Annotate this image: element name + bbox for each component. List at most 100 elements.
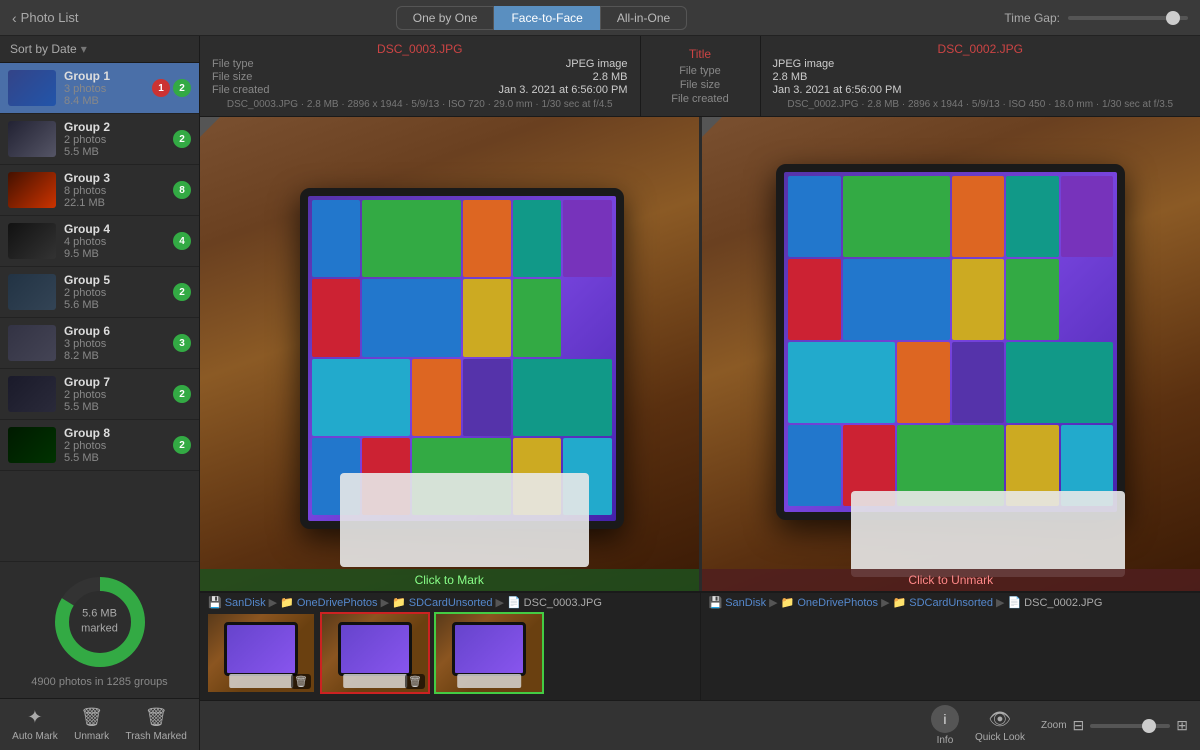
tab-all-in-one[interactable]: All-in-One xyxy=(600,6,687,30)
right-filename: DSC_0002.JPG xyxy=(773,42,1189,56)
sort-label[interactable]: Sort by Date xyxy=(10,42,77,56)
marked-size: 5.6 MB xyxy=(82,608,117,620)
strip-rows: 🗑 🗑 xyxy=(200,612,1200,700)
right-main-image xyxy=(702,117,1200,591)
strip-thumb-left-3[interactable] xyxy=(434,612,544,694)
sidebar-item-group1[interactable]: Group 1 3 photos 8.4 MB 1 2 xyxy=(0,63,199,114)
sort-bar[interactable]: Sort by Date ▾ xyxy=(0,36,199,63)
right-path-sandisk: SanDisk xyxy=(725,597,766,609)
left-path-folder2: 📁 xyxy=(392,596,406,609)
right-created-value: Jan 3. 2021 at 6:56:00 PM xyxy=(773,84,902,96)
info-icon: i xyxy=(931,705,959,733)
group-info-8: Group 8 2 photos 5.5 MB xyxy=(64,426,165,464)
right-unmark-button[interactable]: Click to Unmark xyxy=(702,569,1200,591)
strip-inner-3 xyxy=(436,614,542,692)
file-info-header: DSC_0003.JPG File type JPEG image File s… xyxy=(200,36,1200,117)
group-info-2: Group 2 2 photos 5.5 MB xyxy=(64,120,165,158)
left-filesize-label: File size xyxy=(212,71,252,83)
strip-thumb-left-2[interactable]: 🗑 xyxy=(320,612,430,694)
back-label: Photo List xyxy=(21,10,79,25)
sidebar-item-group7[interactable]: Group 7 2 photos 5.5 MB 2 xyxy=(0,369,199,420)
center-labels: Title File type File size File created xyxy=(641,36,761,116)
group-name-6: Group 6 xyxy=(64,324,165,338)
tab-one-by-one[interactable]: One by One xyxy=(396,6,495,30)
right-path-sdcard: SDCardUnsorted xyxy=(909,597,993,609)
group-info-7: Group 7 2 photos 5.5 MB xyxy=(64,375,165,413)
quicklook-icon: 👁 xyxy=(989,709,1012,730)
group-size-7: 5.5 MB xyxy=(64,401,165,413)
group-photos-6: 3 photos xyxy=(64,338,165,350)
group-name-1: Group 1 xyxy=(64,69,144,83)
back-button[interactable]: ‹ Photo List xyxy=(12,10,79,26)
auto-mark-button[interactable]: ✦ Auto Mark xyxy=(12,707,58,742)
strip-tablet-1 xyxy=(224,622,298,677)
right-filetype-value: JPEG image xyxy=(773,58,835,70)
right-path-bar: 💾 SanDisk ▶ 📁 OneDrivePhotos ▶ 📁 SDCardU… xyxy=(700,593,1200,612)
sidebar-toolbar: ✦ Auto Mark 🗑 Unmark 🗑 Trash Marked xyxy=(0,698,199,750)
left-path-file-icon: 📄 xyxy=(507,596,521,609)
group-badges-5: 2 xyxy=(173,283,191,301)
badge-green-4: 4 xyxy=(173,232,191,250)
left-path-onedrive: OneDrivePhotos xyxy=(297,597,378,609)
group-size-1: 8.4 MB xyxy=(64,95,144,107)
zoom-out-icon[interactable]: ⊟ xyxy=(1073,717,1085,734)
group-thumb-6 xyxy=(8,325,56,361)
sidebar-stats: 5.6 MB marked 4900 photos in 1285 groups xyxy=(0,561,199,698)
left-created-value: Jan 3. 2021 at 6:56:00 PM xyxy=(498,84,627,96)
strip-tablet-2 xyxy=(338,622,412,677)
right-file-info: DSC_0002.JPG JPEG image 2.8 MB Jan 3. 20… xyxy=(761,36,1200,116)
filesize-center-label: File size xyxy=(680,79,720,91)
trash-small-icon-1: 🗑 xyxy=(291,674,311,689)
group-name-5: Group 5 xyxy=(64,273,165,287)
group-name-2: Group 2 xyxy=(64,120,165,134)
badge-green-5: 2 xyxy=(173,283,191,301)
sidebar-item-group4[interactable]: Group 4 4 photos 9.5 MB 4 xyxy=(0,216,199,267)
sidebar-item-group3[interactable]: Group 3 8 photos 22.1 MB 8 xyxy=(0,165,199,216)
trash-small-icon-2: 🗑 xyxy=(405,674,425,689)
zoom-label: Zoom xyxy=(1041,720,1067,731)
group-photos-7: 2 photos xyxy=(64,389,165,401)
group-size-4: 9.5 MB xyxy=(64,248,165,260)
info-button[interactable]: i Info xyxy=(931,705,959,746)
badge-green-8: 2 xyxy=(173,436,191,454)
time-gap-slider[interactable] xyxy=(1068,16,1188,20)
left-path-disk-icon: 💾 xyxy=(208,596,222,609)
sidebar-item-group5[interactable]: Group 5 2 photos 5.6 MB 2 xyxy=(0,267,199,318)
bottom-tools: i Info 👁 Quick Look Zoom ⊟ ⊞ xyxy=(200,700,1200,750)
badge-green-3: 8 xyxy=(173,181,191,199)
sidebar-item-group2[interactable]: Group 2 2 photos 5.5 MB 2 xyxy=(0,114,199,165)
tab-face-to-face[interactable]: Face-to-Face xyxy=(494,6,599,30)
left-filename: DSC_0003.JPG xyxy=(212,42,628,56)
group-thumb-3 xyxy=(8,172,56,208)
created-center-label: File created xyxy=(671,93,728,105)
group-badges-3: 8 xyxy=(173,181,191,199)
zoom-slider[interactable] xyxy=(1090,724,1170,728)
strip-tablet-3 xyxy=(452,622,526,677)
auto-mark-icon: ✦ xyxy=(27,707,42,728)
sidebar-item-group8[interactable]: Group 8 2 photos 5.5 MB 2 xyxy=(0,420,199,471)
left-path-sdcard: SDCardUnsorted xyxy=(409,597,493,609)
right-path-folder1: 📁 xyxy=(781,596,795,609)
left-image-pane: Click to Mark xyxy=(200,117,699,591)
sidebar-item-group6[interactable]: Group 6 3 photos 8.2 MB 3 xyxy=(0,318,199,369)
unmark-button[interactable]: 🗑 Unmark xyxy=(74,707,109,742)
group-size-6: 8.2 MB xyxy=(64,350,165,362)
zoom-in-icon[interactable]: ⊞ xyxy=(1176,717,1188,734)
trash-marked-button[interactable]: 🗑 Trash Marked xyxy=(125,707,186,742)
quicklook-button[interactable]: 👁 Quick Look xyxy=(975,709,1025,743)
zoom-control: Zoom ⊟ ⊞ xyxy=(1041,717,1188,734)
group-thumb-7 xyxy=(8,376,56,412)
left-filetype-label: File type xyxy=(212,58,254,70)
left-exif: DSC_0003.JPG · 2.8 MB · 2896 x 1944 · 5/… xyxy=(212,99,628,110)
group-photos-2: 2 photos xyxy=(64,134,165,146)
right-filetype-row: JPEG image xyxy=(773,58,1189,70)
group-size-2: 5.5 MB xyxy=(64,146,165,158)
group-info-5: Group 5 2 photos 5.6 MB xyxy=(64,273,165,311)
unmark-icon: 🗑 xyxy=(80,707,103,728)
content-area: DSC_0003.JPG File type JPEG image File s… xyxy=(200,36,1200,750)
unmark-label: Unmark xyxy=(74,731,109,742)
strip-thumb-left-1[interactable]: 🗑 xyxy=(206,612,316,694)
right-path-file-icon: 📄 xyxy=(1007,596,1021,609)
left-filetype-value: JPEG image xyxy=(566,58,628,70)
left-mark-button[interactable]: Click to Mark xyxy=(200,569,699,591)
